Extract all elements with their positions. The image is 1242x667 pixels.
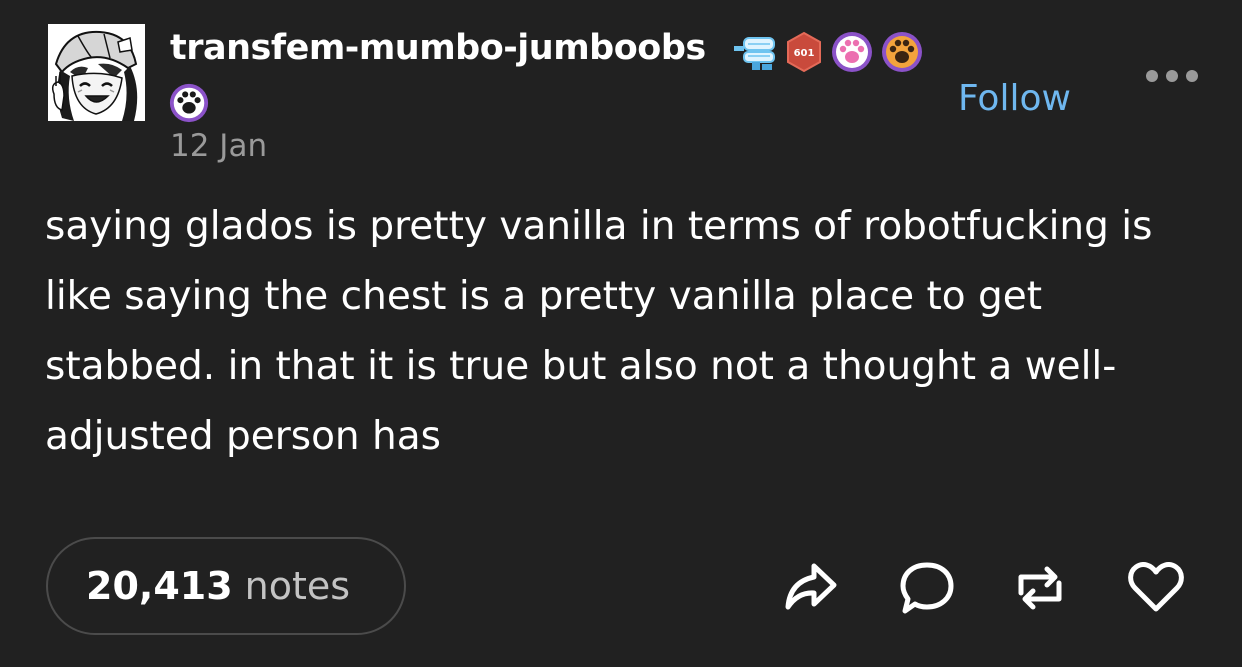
- post-date[interactable]: 12 Jan: [170, 128, 267, 164]
- more-dot: [1166, 70, 1178, 82]
- notes-button[interactable]: 20,413 notes: [46, 537, 406, 635]
- user-avatar[interactable]: [48, 24, 145, 121]
- number-hexagon-badge-icon[interactable]: 601: [784, 30, 824, 74]
- notes-count: 20,413: [86, 564, 233, 608]
- post-card: transfem-mumbo-jumboobs 601 12 Jan Follo…: [0, 0, 1242, 667]
- share-arrow-icon[interactable]: [782, 560, 838, 614]
- more-horizontal-icon: [1146, 70, 1158, 82]
- more-options-button[interactable]: [1146, 64, 1206, 88]
- orange-paw-badge-icon[interactable]: [880, 30, 924, 74]
- avatar-illustration-icon: [48, 24, 145, 121]
- reply-bubble-icon[interactable]: [899, 560, 955, 616]
- pink-paw-badge-icon[interactable]: [830, 30, 874, 74]
- badge-number-text: 601: [794, 48, 815, 59]
- chattering-teeth-badge-icon[interactable]: [732, 30, 778, 74]
- username[interactable]: transfem-mumbo-jumboobs: [170, 28, 706, 68]
- more-dot: [1186, 70, 1198, 82]
- reblog-icon[interactable]: [1013, 563, 1067, 613]
- black-paw-badge-icon[interactable]: [168, 82, 210, 124]
- badge-row: 601: [732, 30, 924, 74]
- follow-button[interactable]: Follow: [958, 78, 1071, 119]
- notes-label: notes: [244, 564, 351, 608]
- heart-icon[interactable]: [1127, 562, 1185, 614]
- post-body-text: saying glados is pretty vanilla in terms…: [45, 204, 1153, 459]
